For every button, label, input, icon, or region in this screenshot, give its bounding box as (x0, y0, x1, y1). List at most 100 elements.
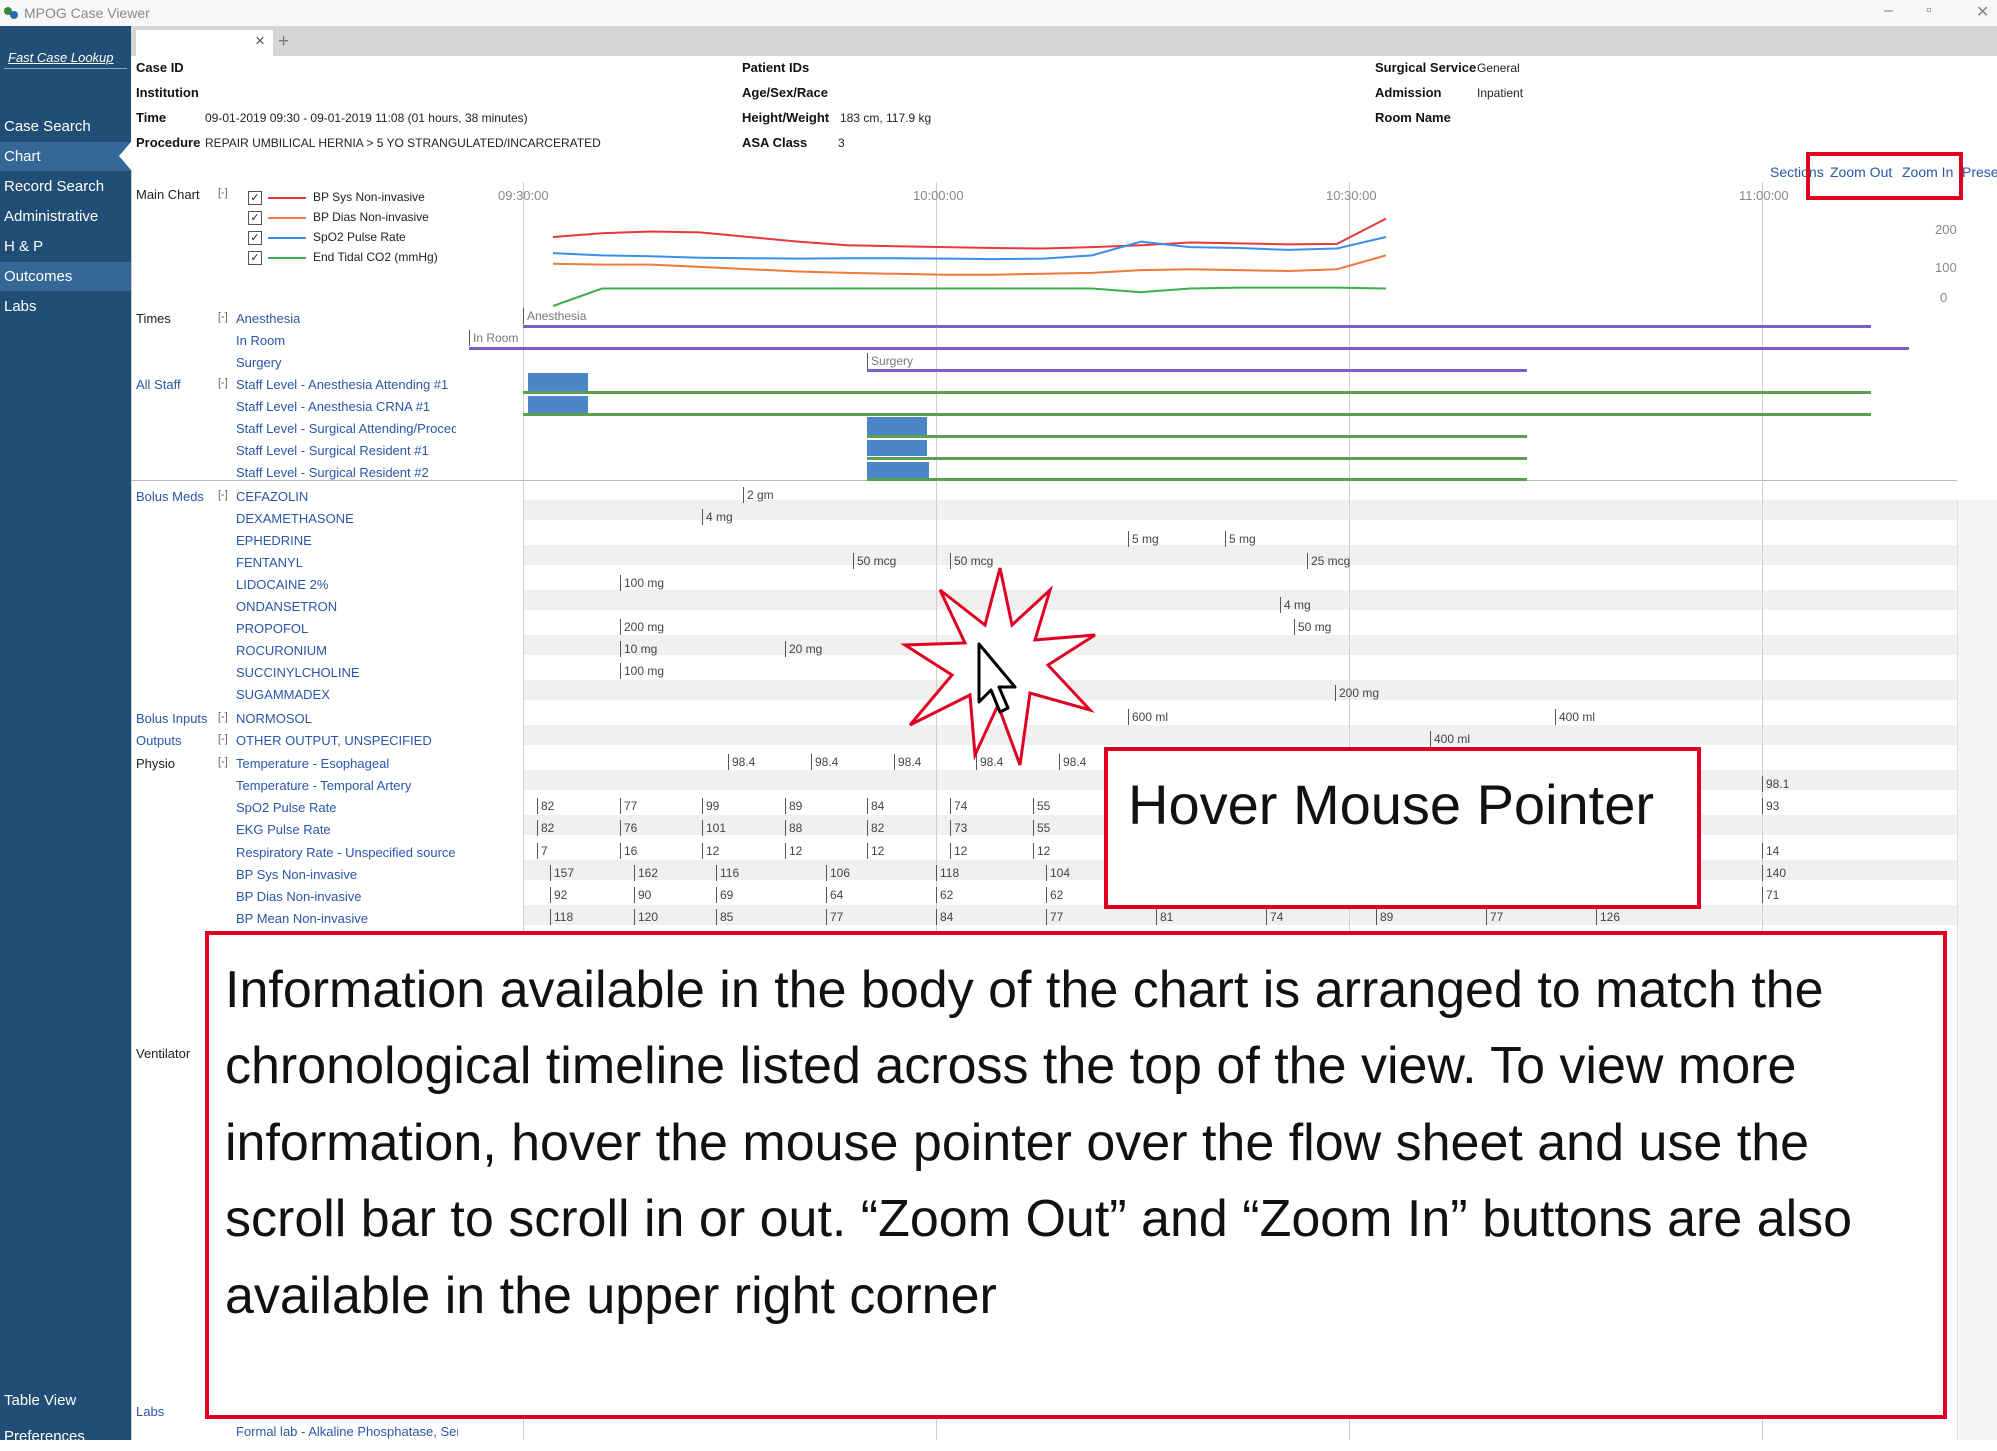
dose-marker[interactable]: 100 mg (620, 575, 664, 591)
physio-value[interactable]: 82 (537, 820, 554, 836)
dose-marker[interactable]: 200 mg (1335, 685, 1379, 701)
dose-marker[interactable]: 10 mg (620, 641, 657, 657)
physio-value[interactable]: 71 (1762, 887, 1779, 903)
staff-block[interactable] (867, 462, 929, 478)
physio-value[interactable]: 98.1 (1762, 776, 1789, 792)
physio-value[interactable]: 82 (537, 798, 554, 814)
physio-value[interactable]: 104 (1046, 865, 1070, 881)
physio-value[interactable]: 116 (716, 865, 739, 881)
physio-value[interactable]: 14 (1762, 843, 1779, 859)
physio-value[interactable]: 62 (1046, 887, 1063, 903)
dose-marker[interactable]: 600 ml (1128, 709, 1168, 725)
physio-value[interactable]: 12 (867, 843, 884, 859)
physio-value[interactable]: 55 (1033, 798, 1050, 814)
bolus-meds-collapse[interactable]: [-] (218, 489, 228, 501)
physio-value[interactable]: 101 (702, 820, 726, 836)
physio-value[interactable]: 76 (620, 820, 637, 836)
staff-bar[interactable] (523, 413, 1871, 416)
sidebar-item-record-search[interactable]: Record Search (0, 172, 131, 201)
physio-value[interactable]: 118 (936, 865, 959, 881)
sidebar-item-chart[interactable]: Chart (0, 142, 131, 171)
new-tab-icon[interactable]: + (278, 31, 289, 53)
physio-value[interactable]: 99 (702, 798, 719, 814)
main-chart-plot[interactable] (523, 210, 1957, 310)
labs-section-label[interactable]: Labs (136, 1404, 164, 1419)
staff-bar[interactable] (523, 391, 1871, 394)
bolus-meds-section-label[interactable]: Bolus Meds (136, 489, 204, 504)
staff-bar[interactable] (867, 457, 1527, 460)
physio-value[interactable]: 77 (1486, 909, 1503, 925)
series-line-4[interactable] (552, 286, 1387, 307)
physio-value[interactable]: 118 (550, 909, 573, 925)
staff-block[interactable] (528, 396, 588, 414)
dose-marker[interactable]: 4 mg (1280, 597, 1311, 613)
tab-close-icon[interactable]: × (255, 31, 265, 51)
physio-value[interactable]: 126 (1596, 909, 1620, 925)
physio-value[interactable]: 12 (1033, 843, 1050, 859)
physio-value[interactable]: 84 (936, 909, 953, 925)
surgery-bar[interactable] (867, 369, 1527, 372)
physio-value[interactable]: 93 (1762, 798, 1779, 814)
physio-value[interactable]: 64 (826, 887, 843, 903)
dose-marker[interactable]: 5 mg (1128, 531, 1159, 547)
dose-marker[interactable]: 200 mg (620, 619, 664, 635)
physio-value[interactable]: 62 (936, 887, 953, 903)
physio-value[interactable]: 82 (867, 820, 884, 836)
main-chart-collapse[interactable]: [-] (218, 187, 228, 199)
physio-value[interactable]: 77 (620, 798, 637, 814)
physio-value[interactable]: 90 (634, 887, 651, 903)
physio-value[interactable]: 85 (716, 909, 733, 925)
legend-checkbox[interactable]: ✓ (248, 211, 262, 225)
physio-value[interactable]: 120 (634, 909, 658, 925)
bolus-inputs-collapse[interactable]: [-] (218, 711, 228, 723)
physio-value[interactable]: 74 (1266, 909, 1283, 925)
physio-value[interactable]: 140 (1762, 865, 1786, 881)
physio-value[interactable]: 12 (785, 843, 802, 859)
physio-collapse[interactable]: [-] (218, 756, 228, 768)
series-line-1[interactable] (552, 217, 1387, 250)
dose-marker[interactable]: 400 ml (1430, 731, 1470, 747)
physio-value[interactable]: 77 (826, 909, 843, 925)
maximize-icon[interactable]: ▫ (1926, 2, 1932, 20)
dose-marker[interactable]: 50 mcg (853, 553, 896, 569)
physio-value[interactable]: 12 (702, 843, 719, 859)
outputs-section-label[interactable]: Outputs (136, 733, 182, 748)
physio-value[interactable]: 89 (1376, 909, 1393, 925)
staff-block[interactable] (528, 373, 588, 391)
in-room-bar[interactable] (469, 347, 1909, 350)
legend-checkbox[interactable]: ✓ (248, 251, 262, 265)
physio-value[interactable]: 89 (785, 798, 802, 814)
sidebar-item-preferences[interactable]: Preferences (0, 1422, 131, 1451)
dose-marker[interactable]: 4 mg (702, 509, 733, 525)
close-window-icon[interactable]: ✕ (1976, 2, 1989, 22)
times-collapse[interactable]: [-] (218, 311, 228, 323)
dose-marker[interactable]: 400 ml (1555, 709, 1595, 725)
dose-marker[interactable]: 20 mg (785, 641, 822, 657)
physio-value[interactable]: 98.4 (728, 754, 755, 770)
fast-case-lookup-link[interactable]: Fast Case Lookup (8, 50, 114, 65)
bolus-inputs-section-label[interactable]: Bolus Inputs (136, 711, 208, 726)
sidebar-item-table-view[interactable]: Table View (0, 1386, 131, 1415)
presets-button[interactable]: Presets (1962, 164, 1997, 180)
tab-case[interactable] (136, 30, 273, 56)
physio-value[interactable]: 74 (950, 798, 967, 814)
physio-value[interactable]: 55 (1033, 820, 1050, 836)
all-staff-collapse[interactable]: [-] (218, 377, 228, 389)
physio-value[interactable]: 88 (785, 820, 802, 836)
dose-marker[interactable]: 2 gm (743, 487, 774, 503)
physio-value[interactable]: 69 (716, 887, 733, 903)
physio-value[interactable]: 81 (1156, 909, 1173, 925)
legend-checkbox[interactable]: ✓ (248, 191, 262, 205)
physio-value[interactable]: 92 (550, 887, 567, 903)
anesthesia-bar[interactable] (523, 325, 1871, 328)
staff-block[interactable] (867, 417, 927, 435)
outputs-collapse[interactable]: [-] (218, 733, 228, 745)
vertical-scrollbar[interactable] (1957, 500, 1997, 1440)
sidebar-item-h-and-p[interactable]: H & P (0, 232, 131, 261)
physio-value[interactable]: 16 (620, 843, 637, 859)
minimize-icon[interactable]: – (1884, 2, 1893, 20)
sidebar-item-administrative[interactable]: Administrative (0, 202, 131, 231)
physio-value[interactable]: 73 (950, 820, 967, 836)
sidebar-item-case-search[interactable]: Case Search (0, 112, 131, 141)
staff-bar[interactable] (867, 478, 1527, 481)
